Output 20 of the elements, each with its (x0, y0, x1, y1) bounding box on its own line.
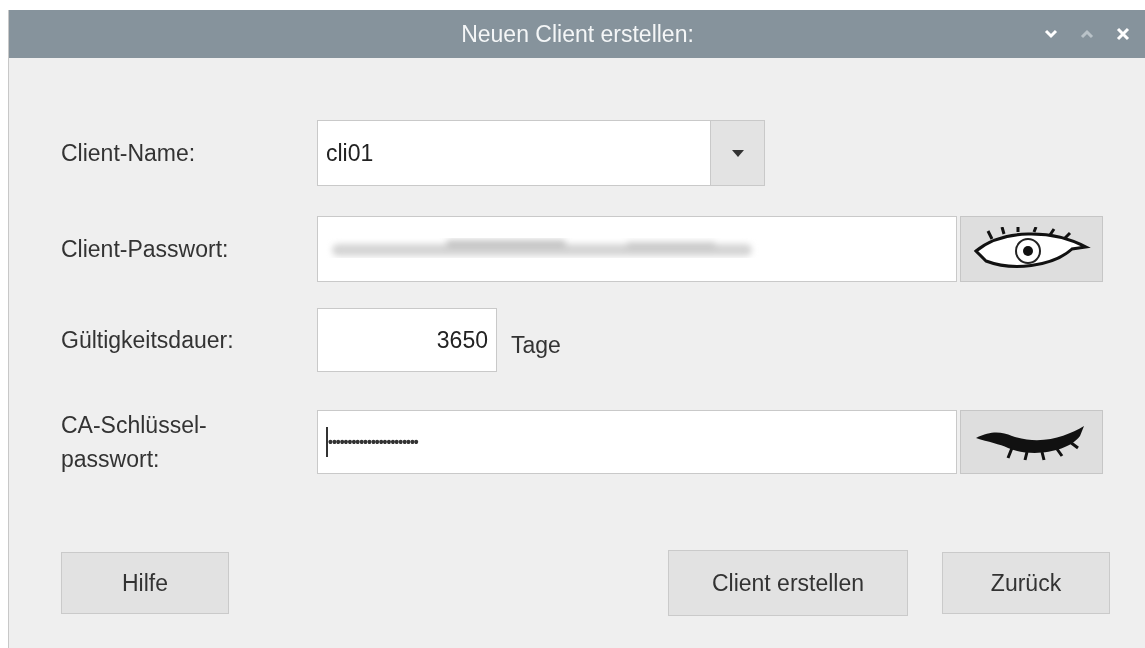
create-client-button[interactable]: Client erstellen (668, 550, 908, 616)
visibility-toggle-button[interactable] (960, 410, 1103, 474)
close-icon[interactable] (1116, 27, 1130, 41)
maximize-icon[interactable] (1080, 29, 1094, 39)
field-label: CA-Schlüssel- passwort: (61, 411, 208, 474)
password-field[interactable]: ••••••••••••••••••••••• (317, 410, 957, 474)
window-title: Neuen Client erstellen: (461, 20, 694, 48)
caret-icon (731, 149, 744, 157)
back-button[interactable]: Zurück (942, 552, 1110, 614)
visibility-toggle-button[interactable] (960, 216, 1103, 282)
unit-label: Tage (511, 331, 561, 359)
field-label: Gültigkeitsdauer: (61, 326, 235, 355)
open-eye-icon (971, 227, 1092, 271)
help-button[interactable]: Hilfe (61, 552, 229, 614)
field-label: Client-Passwort: (61, 235, 230, 264)
duration-field[interactable]: 3650 (317, 308, 497, 372)
collapse-icon[interactable] (1044, 29, 1058, 39)
client-name-field[interactable]: cli01 (317, 120, 711, 186)
field-label: Client-Name: (61, 139, 197, 168)
password-field[interactable] (317, 216, 957, 282)
